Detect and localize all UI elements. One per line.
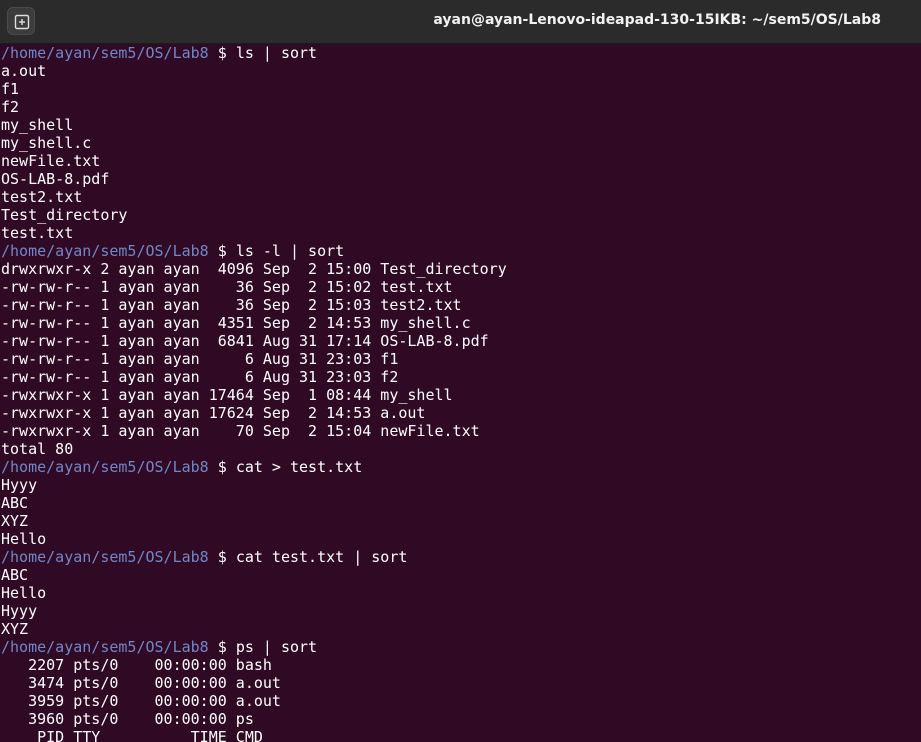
window-title: ayan@ayan-Lenovo-ideapad-130-15IKB: ~/se…: [433, 12, 881, 28]
output-line: test2.txt: [1, 188, 83, 206]
prompt-line: /home/ayan/sem5/OS/Lab8 $ ls -l | sort: [1, 242, 921, 260]
output-line: a.out: [1, 62, 47, 80]
output-line: test.txt: [1, 224, 74, 242]
prompt-path: /home/ayan/sem5/OS/Lab8: [1, 242, 209, 260]
output-line: Hyyy: [1, 602, 38, 620]
terminal-window: ayan@ayan-Lenovo-ideapad-130-15IKB: ~/se…: [0, 0, 921, 742]
output-line: -rw-rw-r-- 1 ayan ayan 4351 Sep 2 14:53 …: [1, 314, 471, 332]
prompt-path: /home/ayan/sem5/OS/Lab8: [1, 638, 209, 656]
output-line: f1: [1, 80, 20, 98]
output-line: total 80: [1, 440, 74, 458]
output-line: 3960 pts/0 00:00:00 ps: [1, 710, 254, 728]
prompt-symbol: $: [208, 548, 236, 566]
prompt-symbol: $: [208, 458, 236, 476]
output-line: 3474 pts/0 00:00:00 a.out: [1, 674, 281, 692]
title-bar: ayan@ayan-Lenovo-ideapad-130-15IKB: ~/se…: [0, 0, 921, 44]
prompt-path: /home/ayan/sem5/OS/Lab8: [1, 44, 209, 62]
prompt-path: /home/ayan/sem5/OS/Lab8: [1, 458, 209, 476]
output-line: OS-LAB-8.pdf: [1, 170, 110, 188]
output-line: drwxrwxr-x 2 ayan ayan 4096 Sep 2 15:00 …: [1, 260, 507, 278]
output-line: XYZ: [1, 620, 29, 638]
prompt-symbol: $: [208, 242, 236, 260]
output-line: -rw-rw-r-- 1 ayan ayan 6 Aug 31 23:03 f1: [1, 350, 399, 368]
output-line: f2: [1, 98, 20, 116]
command-text: cat > test.txt: [235, 458, 363, 476]
new-tab-button[interactable]: [7, 7, 35, 35]
output-line: -rwxrwxr-x 1 ayan ayan 17624 Sep 2 14:53…: [1, 404, 426, 422]
command-text: ls | sort: [235, 44, 318, 62]
output-line: my_shell.c: [1, 134, 92, 152]
prompt-symbol: $: [208, 638, 236, 656]
output-line: ABC: [1, 566, 29, 584]
output-line: -rw-rw-r-- 1 ayan ayan 6841 Aug 31 17:14…: [1, 332, 489, 350]
output-line: -rw-rw-r-- 1 ayan ayan 36 Sep 2 15:02 te…: [1, 278, 453, 296]
output-line: ABC: [1, 494, 29, 512]
output-line: -rw-rw-r-- 1 ayan ayan 6 Aug 31 23:03 f2: [1, 368, 399, 386]
prompt-line: /home/ayan/sem5/OS/Lab8 $ ls | sort: [1, 44, 921, 62]
output-line: 3959 pts/0 00:00:00 a.out: [1, 692, 281, 710]
terminal-output[interactable]: /home/ayan/sem5/OS/Lab8 $ ls | sort a.out…: [0, 44, 921, 742]
prompt-line: /home/ayan/sem5/OS/Lab8 $ cat > test.txt: [1, 458, 921, 476]
output-line: my_shell: [1, 116, 74, 134]
output-line: Hello: [1, 530, 47, 548]
prompt-line: /home/ayan/sem5/OS/Lab8 $ cat test.txt |…: [1, 548, 921, 566]
prompt-line: /home/ayan/sem5/OS/Lab8 $ ps | sort: [1, 638, 921, 656]
output-line: XYZ: [1, 512, 29, 530]
output-line: -rwxrwxr-x 1 ayan ayan 70 Sep 2 15:04 ne…: [1, 422, 480, 440]
output-line: -rw-rw-r-- 1 ayan ayan 36 Sep 2 15:03 te…: [1, 296, 462, 314]
output-line: 2207 pts/0 00:00:00 bash: [1, 656, 272, 674]
new-tab-icon: [14, 14, 30, 30]
command-text: cat test.txt | sort: [235, 548, 408, 566]
command-text: ls -l | sort: [235, 242, 345, 260]
output-line: Hello: [1, 584, 47, 602]
output-line: -rwxrwxr-x 1 ayan ayan 17464 Sep 1 08:44…: [1, 386, 453, 404]
command-text: ps | sort: [235, 638, 318, 656]
output-line: newFile.txt: [1, 152, 101, 170]
output-line: Hyyy: [1, 476, 38, 494]
prompt-symbol: $: [208, 44, 236, 62]
prompt-path: /home/ayan/sem5/OS/Lab8: [1, 548, 209, 566]
output-line: Test_directory: [1, 206, 128, 224]
output-line: PID TTY TIME CMD: [1, 728, 263, 742]
